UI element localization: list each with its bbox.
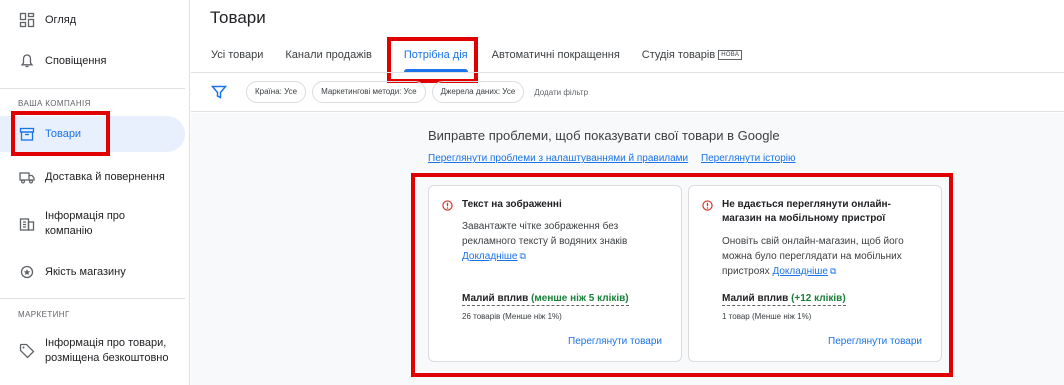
filter-chip-data-sources[interactable]: Джерела даних: Усе [431,81,525,103]
filter-chip-country[interactable]: Країна: Усе [246,81,307,103]
sidebar-item-notifications[interactable]: Сповіщення [0,51,185,71]
sidebar-item-label-line1: Інформація про товари, [45,337,167,349]
truck-icon [19,169,35,185]
view-settings-issues-link[interactable]: Переглянути проблеми з налаштуваннями й … [428,153,688,164]
sidebar-item-store-quality[interactable]: Якість магазину [0,262,185,282]
filter-bar: Країна: Усе Маркетингові методи: Усе Дже… [191,72,1064,112]
section-label-marketing: МАРКЕТИНГ [18,310,70,319]
sidebar-divider [0,88,185,89]
highlight-box-products [11,111,110,156]
add-filter-button[interactable]: Додати фільтр [534,88,588,97]
section-label-company: ВАША КОМПАНІЯ [18,99,91,108]
issues-links: Переглянути проблеми з налаштуваннями й … [428,153,806,164]
sidebar-item-label-line2: розміщена безкоштовно [45,352,169,364]
issues-headline: Виправте проблеми, щоб показувати свої т… [428,128,780,143]
sidebar-item-company-info[interactable]: Інформація про компанію [0,208,185,240]
new-badge: НОВА [718,50,743,60]
filter-icon[interactable] [210,84,228,100]
sidebar-item-shipping[interactable]: Доставка й повернення [0,167,185,187]
sidebar-item-label-line1: Інформація про [45,210,126,222]
sidebar: Огляд Сповіщення ВАША КОМПАНІЯ Товари До… [0,0,190,385]
tag-icon [19,343,35,359]
sidebar-item-label: Огляд [45,14,77,26]
tab-product-studio[interactable]: Студія товарів НОВА [631,40,753,72]
tab-sales-channels[interactable]: Канали продажів [274,40,382,72]
sidebar-item-label: Інформація про товари, розміщена безкошт… [45,336,169,366]
quality-icon [19,264,35,280]
tab-all-products[interactable]: Усі товари [200,40,274,72]
bell-icon [19,53,35,69]
tab-auto-improvements[interactable]: Автоматичні покращення [481,40,631,72]
tab-label: Студія товарів [641,49,716,61]
filter-chip-marketing-methods[interactable]: Маркетингові методи: Усе [312,81,426,103]
building-icon [19,216,35,232]
sidebar-item-label: Сповіщення [45,55,107,67]
sidebar-item-label: Якість магазину [45,266,126,278]
sidebar-item-free-listings[interactable]: Інформація про товари, розміщена безкошт… [0,335,185,367]
highlight-box-cards [411,173,953,377]
sidebar-item-overview[interactable]: Огляд [0,10,185,30]
overview-icon [19,12,35,28]
sidebar-divider [0,298,185,299]
sidebar-item-label: Інформація про компанію [45,209,125,239]
sidebar-item-label: Доставка й повернення [45,171,165,183]
sidebar-item-label-line2: компанію [45,225,93,237]
page-title: Товари [210,8,266,27]
view-history-link[interactable]: Переглянути історію [701,153,796,164]
